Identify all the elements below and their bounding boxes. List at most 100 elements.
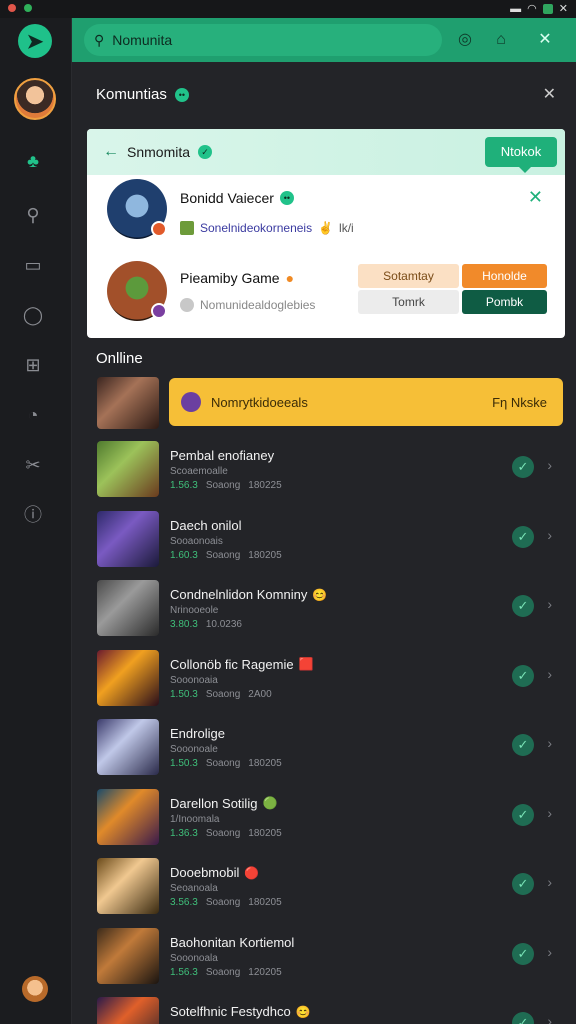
info-icon[interactable]: ⓘ <box>22 504 44 526</box>
check-icon[interactable]: ✓ <box>512 456 534 478</box>
chevron-right-icon[interactable]: › <box>547 944 552 960</box>
list-item[interactable]: Condnelnlidon Komniny 😊 Nrinooeole 3.80.3 10… <box>72 577 576 647</box>
item-meta: 3.56.3 Soaong 180205 <box>170 897 282 908</box>
item-avatar[interactable] <box>97 719 159 775</box>
option-d-button[interactable]: Pombk <box>462 290 547 314</box>
back-arrow-icon[interactable]: ← <box>103 143 119 161</box>
item-avatar[interactable] <box>97 441 159 497</box>
close-icon[interactable]: ✕ <box>534 29 556 51</box>
meta-value: 120205 <box>248 966 282 978</box>
featured-banner[interactable]: Nomrytkidoeeals Fη Nkske <box>169 378 563 426</box>
zoom-window-dot[interactable] <box>24 4 32 12</box>
list-item[interactable]: Collonöb fic Ragemie 🟥 Sooonoaia 1.50.3 Soao… <box>72 647 576 717</box>
item-name: Darellon Sotilig 🟢 <box>170 795 278 811</box>
check-icon[interactable]: ✓ <box>512 1012 534 1024</box>
status-dot <box>151 303 167 319</box>
item-avatar[interactable] <box>97 858 159 914</box>
item-avatar[interactable] <box>97 927 159 984</box>
list-item[interactable]: Baohonitan Kortiemol Sooonoala 1.56.3 Soaon… <box>72 925 576 995</box>
title-bar: ▬ ◠ ✕ <box>0 0 576 18</box>
item-name: Baohonitan Kortiemol <box>170 934 295 950</box>
wifi-icon: ◠ <box>527 3 537 15</box>
user-avatar[interactable] <box>14 78 56 120</box>
chevron-right-icon[interactable]: › <box>547 666 552 682</box>
game-name: Pieamiby Game ● <box>180 270 295 286</box>
minimize-icon[interactable]: ▬ <box>510 3 521 15</box>
meta-value: 1.36.3 <box>170 827 198 839</box>
media-icon[interactable]: ▭ <box>22 254 44 276</box>
item-avatar[interactable] <box>97 997 159 1024</box>
notify-button[interactable]: Ntokok <box>485 137 557 173</box>
bottom-avatar[interactable] <box>22 976 48 1002</box>
emoji-icon: 🟢 <box>262 796 278 810</box>
option-a-button[interactable]: Sotamtay <box>358 264 459 288</box>
chevron-right-icon[interactable]: › <box>547 1013 552 1024</box>
dismiss-icon[interactable]: ✕ <box>528 187 543 208</box>
chevron-right-icon[interactable]: › <box>547 527 552 543</box>
close-window-dot[interactable] <box>8 4 16 12</box>
meta-value: 2A00 <box>248 688 272 700</box>
chevron-right-icon[interactable]: › <box>547 596 552 612</box>
game-icon <box>180 221 194 235</box>
community-sub: Sonelnideokorneneis ✌ lk/i <box>180 221 354 235</box>
grid-icon[interactable]: ⊞ <box>22 354 44 376</box>
item-avatar[interactable] <box>97 510 159 567</box>
tools-icon[interactable]: ✂ <box>22 454 44 476</box>
check-icon[interactable]: ✓ <box>512 803 534 826</box>
emoji-icon: 😊 <box>295 1004 311 1019</box>
main-panel: Komuntias •• ✕ ← Snmomita ✓ Ntokok Bonid… <box>72 62 576 1024</box>
games-icon[interactable]: ♣ <box>22 150 44 172</box>
chevron-right-icon[interactable]: › <box>547 874 552 890</box>
check-icon[interactable]: ✓ <box>512 734 534 756</box>
check-icon[interactable]: ✓ <box>512 525 534 548</box>
community-name: Bonidd Vaiecer •• <box>180 190 294 206</box>
list-item[interactable]: Sotelfhnic Festydhco 😊 ✓ › <box>72 994 576 1024</box>
check-icon[interactable]: ✓ <box>512 595 534 617</box>
check-icon[interactable]: ✓ <box>512 664 534 687</box>
item-name: Sotelfhnic Festydhco 😊 <box>170 1004 311 1019</box>
search-input[interactable]: ⚲ Nomunita <box>84 24 442 56</box>
chevron-right-icon[interactable]: › <box>547 457 552 473</box>
list-item[interactable]: Dooebmobil 🔴 Seoanoala 3.56.3 Soaong 180205 ✓ › <box>72 855 576 925</box>
meta-value: 180225 <box>248 480 282 491</box>
meta-value: 1.50.3 <box>170 758 198 769</box>
item-sub: Sooonoale <box>170 744 218 755</box>
item-avatar[interactable] <box>97 649 159 706</box>
chevron-right-icon[interactable]: › <box>547 805 552 821</box>
circle-icon[interactable]: ◯ <box>22 304 44 326</box>
home-icon[interactable]: ⌂ <box>490 29 512 51</box>
item-meta: 1.50.3 Soaong 2A00 <box>170 689 272 700</box>
search-icon[interactable]: ⚲ <box>22 204 44 226</box>
chevron-right-icon[interactable]: › <box>547 735 552 751</box>
list-item[interactable]: Darellon Sotilig 🟢 1/Inoomala 1.36.3 Soaong 1… <box>72 786 576 856</box>
game-avatar[interactable] <box>107 261 167 321</box>
check-icon[interactable]: ✓ <box>512 942 534 965</box>
page-title: Komuntias •• <box>96 86 189 103</box>
system-tray: ▬ ◠ ✕ <box>510 2 568 16</box>
chat-icon[interactable]: ◔ <box>22 404 44 426</box>
check-icon[interactable]: ✓ <box>512 873 534 895</box>
item-avatar[interactable] <box>97 788 159 845</box>
item-name: Pembal enofianey <box>170 448 275 463</box>
option-c-button[interactable]: Tomrk <box>358 290 459 314</box>
online-section-label: Onlline <box>96 350 143 367</box>
list-item[interactable]: Daech onilol Sooaonoais 1.60.3 Soaong 180205… <box>72 508 576 578</box>
close-icon[interactable]: ✕ <box>559 2 568 15</box>
option-b-button[interactable]: Honolde <box>462 264 547 288</box>
list-item[interactable]: Pembal enofianey Scoaemoalle 1.56.3 Soaong 1… <box>72 438 576 508</box>
info-icon <box>180 298 194 312</box>
meta-value: 1.60.3 <box>170 549 198 561</box>
check-badge-icon: ✓ <box>198 145 213 159</box>
game-sub: Nomunidealdoglebies <box>180 298 315 312</box>
app-logo-icon[interactable]: ➤ <box>18 24 52 58</box>
item-avatar[interactable] <box>97 580 159 636</box>
panel-close-icon[interactable]: ✕ <box>543 84 556 104</box>
list-item[interactable]: Endrolige Sooonoale 1.50.3 Soaong 180205 ✓ › <box>72 716 576 786</box>
meta-value: 180205 <box>248 897 282 908</box>
refresh-icon[interactable]: ◎ <box>454 29 476 51</box>
item-meta: 1.56.3 Soaong 120205 <box>170 967 282 978</box>
meta-value: 180205 <box>248 549 282 561</box>
emoji-icon: 😊 <box>312 587 328 602</box>
community-avatar[interactable] <box>107 179 167 239</box>
featured-avatar[interactable] <box>97 377 159 429</box>
